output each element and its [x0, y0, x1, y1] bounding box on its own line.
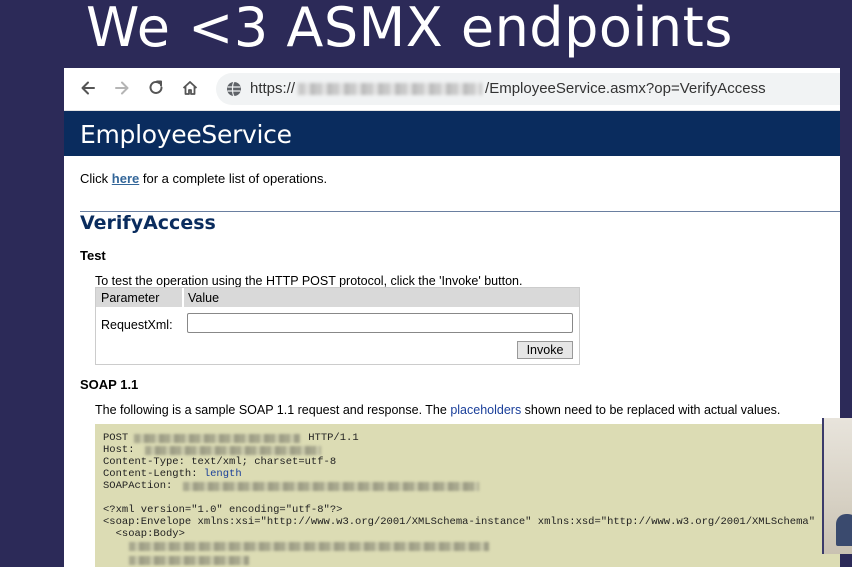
redacted-host	[298, 82, 483, 95]
browser-toolbar: https:// /EmployeeService.asmx?op=Verify…	[64, 68, 840, 111]
address-bar[interactable]: https:// /EmployeeService.asmx?op=Verify…	[216, 73, 840, 105]
service-title: EmployeeService	[80, 120, 292, 149]
form-header: Parameter Value	[96, 288, 579, 307]
reload-button[interactable]	[144, 76, 168, 100]
test-description: To test the operation using the HTTP POS…	[95, 274, 523, 288]
parameter-column-header: Parameter	[101, 291, 160, 305]
soap-heading: SOAP 1.1	[80, 377, 139, 392]
redacted-body-2	[129, 556, 249, 565]
browser-window: https:// /EmployeeService.asmx?op=Verify…	[64, 68, 840, 567]
operations-list-link[interactable]: here	[112, 171, 139, 186]
soap-sample-code: POST HTTP/1.1 Host: Content-Type: text/x…	[95, 424, 840, 567]
slide-title: We <3 ASMX endpoints	[86, 0, 733, 59]
presenter-figure	[836, 514, 852, 546]
test-heading: Test	[80, 248, 106, 263]
code-line-post: POST HTTP/1.1	[103, 432, 359, 444]
back-icon	[81, 81, 95, 95]
forward-icon	[115, 81, 129, 95]
code-line-redacted	[103, 542, 489, 551]
home-button[interactable]	[178, 76, 202, 100]
code-post: POST	[103, 432, 129, 444]
code-line-content-type: Content-Type: text/xml; charset=utf-8	[103, 456, 337, 468]
placeholders-text: placeholders	[450, 403, 522, 417]
header-separator	[182, 288, 184, 307]
globe-icon	[227, 81, 241, 97]
code-post-proto: HTTP/1.1	[308, 432, 359, 444]
soap-description: The following is a sample SOAP 1.1 reque…	[95, 403, 780, 417]
request-xml-input[interactable]	[187, 313, 573, 333]
code-length-placeholder: length	[203, 468, 242, 480]
soap-desc-suffix: shown need to be replaced with actual va…	[521, 403, 781, 417]
redacted-soap-action	[182, 481, 479, 491]
url-text: https:// /EmployeeService.asmx?op=Verify…	[250, 80, 766, 97]
code-line-content-length: Content-Length: length	[103, 468, 242, 480]
soap-desc-prefix: The following is a sample SOAP 1.1 reque…	[95, 403, 451, 417]
operation-title: VerifyAccess	[80, 212, 216, 234]
value-column-header: Value	[188, 291, 220, 305]
code-line-redacted-2	[103, 556, 249, 565]
intro-prefix: Click	[80, 171, 112, 186]
code-line-envelope: <soap:Envelope xmlns:xsi="http://www.w3.…	[103, 516, 816, 528]
forward-button[interactable]	[110, 76, 134, 100]
code-line-xml-decl: <?xml version="1.0" encoding="utf-8"?>	[103, 504, 343, 516]
invoke-form: Parameter Value RequestXml: Invoke	[95, 287, 580, 365]
code-line-host: Host:	[103, 444, 321, 456]
home-icon	[182, 81, 198, 95]
code-line-soap-action: SOAPAction:	[103, 480, 479, 492]
url-prefix: https://	[250, 80, 296, 97]
reload-icon	[149, 80, 163, 94]
code-line-body: <soap:Body>	[103, 528, 185, 540]
code-soap-action: SOAPAction:	[103, 480, 179, 492]
redacted-path	[134, 433, 301, 443]
code-content-length: Content-Length:	[103, 468, 204, 480]
url-suffix: /EmployeeService.asmx?op=VerifyAccess	[485, 80, 766, 97]
intro-text: Click here for a complete list of operat…	[80, 171, 327, 186]
request-xml-label: RequestXml:	[101, 318, 173, 332]
service-header: EmployeeService	[64, 111, 840, 156]
back-button[interactable]	[76, 76, 100, 100]
redacted-host-value	[144, 445, 321, 455]
webcam-overlay	[822, 418, 852, 554]
intro-suffix: for a complete list of operations.	[139, 171, 328, 186]
invoke-button[interactable]: Invoke	[517, 341, 573, 359]
code-host: Host:	[103, 444, 135, 456]
redacted-body	[129, 542, 489, 551]
